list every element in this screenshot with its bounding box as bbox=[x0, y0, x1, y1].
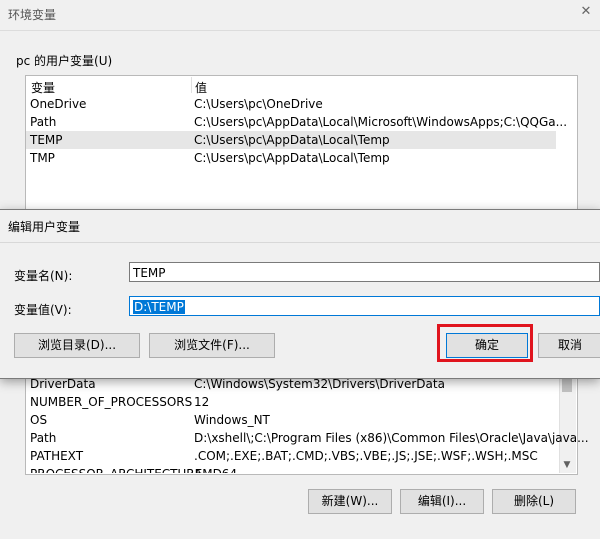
table-row-clipped[interactable]: PROCESSOR_ARCHITECTURE AMD64 bbox=[26, 465, 556, 473]
ok-button-label: 确定 bbox=[474, 338, 499, 352]
variable-name: OS bbox=[30, 413, 48, 427]
delete-button-label: 删除(L) bbox=[513, 494, 555, 508]
browse-directory-label: 浏览目录(D)... bbox=[37, 338, 117, 352]
variable-value-label: 变量值(V): bbox=[14, 303, 72, 317]
edit-button[interactable]: 编辑(I)... bbox=[400, 489, 484, 514]
variable-name-label: 变量名(N): bbox=[14, 269, 73, 283]
selected-value-text: D:\TEMP bbox=[133, 300, 185, 314]
table-row[interactable]: TMP C:\Users\pc\AppData\Local\Temp bbox=[26, 149, 556, 167]
new-button-label: 新建(W)... bbox=[321, 494, 379, 508]
variable-value: D:\xshell\;C:\Program Files (x86)\Common… bbox=[194, 431, 589, 445]
variable-value: .COM;.EXE;.BAT;.CMD;.VBS;.VBE;.JS;.JSE;.… bbox=[194, 449, 538, 463]
table-row[interactable]: OneDrive C:\Users\pc\OneDrive bbox=[26, 95, 556, 113]
title-divider bbox=[0, 30, 600, 31]
ok-button[interactable]: 确定 bbox=[446, 333, 528, 358]
table-row[interactable]: Path C:\Users\pc\AppData\Local\Microsoft… bbox=[26, 113, 567, 131]
edit-user-variable-dialog: 编辑用户变量 变量名(N): TEMP 变量值(V): D:\TEMP 浏览目录… bbox=[0, 209, 600, 379]
close-icon[interactable]: ✕ bbox=[578, 4, 594, 20]
variable-name: OneDrive bbox=[30, 97, 87, 111]
title-divider bbox=[0, 242, 600, 243]
variable-value: C:\Users\pc\AppData\Local\Temp bbox=[194, 133, 390, 147]
variable-value: C:\Users\pc\AppData\Local\Microsoft\Wind… bbox=[194, 115, 568, 129]
browse-file-button[interactable]: 浏览文件(F)... bbox=[149, 333, 275, 358]
header-separator bbox=[191, 77, 192, 93]
new-button[interactable]: 新建(W)... bbox=[308, 489, 392, 514]
variable-name: PATHEXT bbox=[30, 449, 84, 463]
user-variables-group-label: pc 的用户变量(U) bbox=[16, 54, 113, 68]
dialog-title: 编辑用户变量 bbox=[8, 220, 81, 234]
table-row[interactable]: OS Windows_NT bbox=[26, 411, 556, 429]
cancel-button[interactable]: 取消 bbox=[538, 333, 600, 358]
variable-value-field[interactable]: D:\TEMP bbox=[129, 296, 600, 316]
browse-file-label: 浏览文件(F)... bbox=[174, 338, 250, 352]
variable-name: TEMP bbox=[30, 133, 63, 147]
window-title: 环境变量 bbox=[8, 8, 57, 22]
variable-name: Path bbox=[30, 115, 57, 129]
variable-name: PROCESSOR_ARCHITECTURE bbox=[30, 465, 202, 473]
table-row[interactable]: NUMBER_OF_PROCESSORS 12 bbox=[26, 393, 556, 411]
table-row[interactable]: Path D:\xshell\;C:\Program Files (x86)\C… bbox=[26, 429, 589, 447]
column-header-variable[interactable]: 变量 bbox=[31, 79, 55, 96]
table-row-selected[interactable]: TEMP C:\Users\pc\AppData\Local\Temp bbox=[26, 131, 556, 149]
cancel-button-label: 取消 bbox=[557, 338, 582, 352]
column-header-value[interactable]: 值 bbox=[195, 79, 207, 96]
browse-directory-button[interactable]: 浏览目录(D)... bbox=[14, 333, 140, 358]
scroll-down-icon[interactable]: ▼ bbox=[561, 459, 573, 471]
variable-value: C:\Users\pc\OneDrive bbox=[194, 97, 323, 111]
variable-name: Path bbox=[30, 431, 57, 445]
delete-button[interactable]: 删除(L) bbox=[492, 489, 576, 514]
variable-name: TMP bbox=[30, 151, 55, 165]
variable-name-value: TEMP bbox=[133, 266, 166, 280]
edit-button-label: 编辑(I)... bbox=[417, 494, 467, 508]
variable-name-field[interactable]: TEMP bbox=[129, 262, 600, 282]
variable-value: AMD64 bbox=[194, 465, 237, 473]
variable-name: NUMBER_OF_PROCESSORS bbox=[30, 395, 193, 409]
variable-value: 12 bbox=[194, 395, 210, 409]
variable-value: Windows_NT bbox=[194, 413, 270, 427]
variable-value: C:\Users\pc\AppData\Local\Temp bbox=[194, 151, 390, 165]
table-row[interactable]: PATHEXT .COM;.EXE;.BAT;.CMD;.VBS;.VBE;.J… bbox=[26, 447, 556, 465]
